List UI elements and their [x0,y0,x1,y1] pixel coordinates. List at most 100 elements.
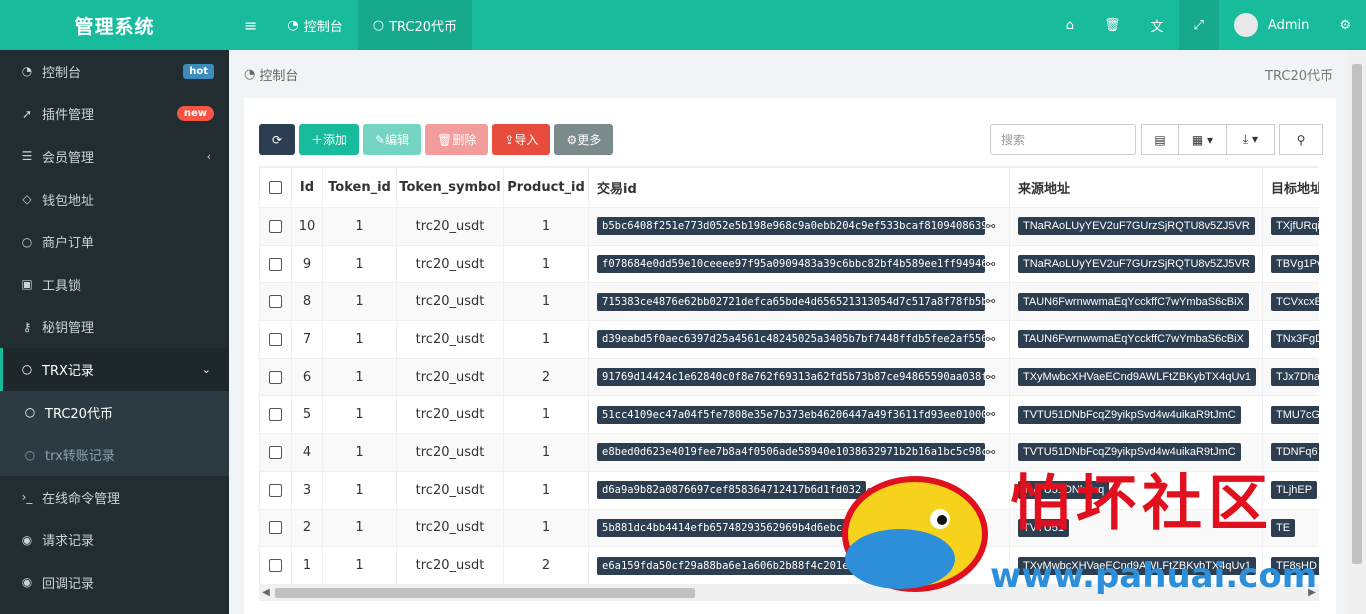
row-checkbox[interactable] [269,219,282,233]
app-logo[interactable]: 管理系统 [0,0,229,50]
menu-toggle-button[interactable]: ≡ [229,0,272,50]
row-select-cell [259,433,292,472]
cell-tx-id: 5b881dc4bb4414efb65748293562969b4d6ebc7d… [588,508,1010,548]
table-row[interactable]: 9 1 trc20_usdt 1 f078684e0dd59e10ceeee97f95a… [259,244,1319,284]
row-checkbox[interactable] [269,559,282,573]
username: Admin [1267,17,1310,33]
row-checkbox[interactable] [269,408,282,422]
column-header[interactable]: 目标地址 [1262,167,1319,208]
row-checkbox[interactable] [269,332,282,346]
export-button[interactable]: ⤓ ▾ [1227,124,1275,155]
circle-icon: ○ [24,405,36,420]
cell-to-address: TLjhEP [1262,470,1319,510]
row-checkbox[interactable] [269,370,282,384]
table-row[interactable]: 5 1 trc20_usdt 1 51cc4109ec47a04f5fe7808e35e… [259,395,1319,435]
column-header[interactable]: Product_id [503,167,589,208]
table-row[interactable]: 1 1 trc20_usdt 2 e6a159fda50cf29a88ba6e1a606… [259,546,1319,585]
user-menu[interactable]: Admin [1219,0,1324,50]
cell-token-id: 1 [322,395,397,435]
tab-trc20[interactable]: ○ TRC20代币 [357,0,473,50]
sidebar-item-orders[interactable]: ○ 商户订单 [0,220,229,263]
sidebar-item-trx-records[interactable]: ○ TRX记录 ⌄ [0,348,229,391]
row-select-cell [259,470,292,510]
table-row[interactable]: 2 1 trc20_usdt 1 5b881dc4bb4414efb6574829356… [259,508,1319,548]
sidebar-item-label: 会员管理 [42,150,95,166]
cell-token-symbol: trc20_usdt [396,357,504,397]
search-input[interactable]: 搜索 [990,124,1136,155]
cell-product-id: 1 [503,433,589,472]
column-header[interactable]: Id [291,167,323,208]
tab-dashboard[interactable]: ◔ 控制台 [272,0,357,50]
trash-icon: 🗑 [1103,17,1121,33]
scrollbar-thumb[interactable] [275,588,695,598]
external-link-icon[interactable]: ⚯ [855,559,864,572]
external-link-icon[interactable]: ⚯ [867,484,876,497]
external-link-icon[interactable]: ⚯ [986,333,995,346]
column-header[interactable]: Token_id [322,167,397,208]
table-row[interactable]: 4 1 trc20_usdt 1 e8bed0d623e4019fee7b8a4f050… [259,433,1319,472]
external-link-icon[interactable]: ⚯ [986,258,995,271]
import-button[interactable]: ⇪ 导入 [492,124,551,155]
row-checkbox[interactable] [269,445,282,459]
column-header[interactable]: 交易id [588,167,1010,208]
trash-button[interactable]: 🗑 [1089,0,1136,50]
scroll-right-icon[interactable]: ▶ [1305,585,1319,601]
breadcrumb-home[interactable]: 控制台 [259,65,298,84]
page-scrollbar[interactable] [1348,50,1366,614]
fullscreen-button[interactable]: ⤢ [1178,0,1219,50]
table-horizontal-scrollbar[interactable]: ◀ ▶ [259,585,1319,601]
from-address-code: TVTU51DNbFcq [1018,481,1110,500]
home-button[interactable]: ⌂ [1051,0,1089,50]
sidebar-item-requests[interactable]: ◉ 请求记录 [0,519,229,562]
cell-from-address: TXyMwbcXHVaeECnd9AWLFtZBKybTX4qUv1 [1009,357,1263,397]
external-link-icon[interactable]: ⚯ [986,408,995,421]
row-checkbox[interactable] [269,483,282,497]
sidebar-item-keys[interactable]: ⚷ 秘钥管理 [0,306,229,349]
column-header[interactable]: Token_symbol [396,167,504,208]
external-link-icon[interactable]: ⚯ [861,521,870,534]
external-link-icon[interactable]: ⚯ [986,371,995,384]
cell-token-symbol: trc20_usdt [396,320,504,359]
more-button[interactable]: ⚙ 更多 [554,124,614,155]
sidebar-item-callbacks[interactable]: ◉ 回调记录 [0,561,229,604]
table-row[interactable]: 3 1 trc20_usdt 1 d6a9a9b82a0876697cef8583647… [259,470,1319,510]
edit-button[interactable]: ✎ 编辑 [363,124,422,155]
expand-icon: ⤢ [1193,17,1204,33]
breadcrumb: ◔ 控制台 TRC20代币 [229,50,1348,98]
select-all-checkbox[interactable] [269,181,282,194]
sidebar-item-trc20[interactable]: ○ TRC20代币 [0,390,229,434]
row-checkbox[interactable] [269,257,282,271]
cell-token-id: 1 [322,508,397,548]
language-button[interactable]: 文 [1135,0,1178,50]
columns-button[interactable]: ▦ ▾ [1179,124,1227,155]
column-header[interactable]: 来源地址 [1009,167,1263,208]
refresh-button[interactable]: ⟳ [259,124,295,155]
cell-token-id: 1 [322,546,397,585]
tx-id-code: 51cc4109ec47a04f5fe7808e35e7b373eb462064… [597,405,985,424]
table-row[interactable]: 6 1 trc20_usdt 2 91769d14424c1e62840c0f8e762… [259,357,1319,397]
row-checkbox[interactable] [269,521,282,535]
sidebar-item-trx-transfer[interactable]: ○ trx转账记录 [0,433,229,476]
settings-button[interactable]: ⚙ [1324,0,1366,50]
sidebar-item-members[interactable]: ☰ 会员管理 ‹ [0,135,229,178]
cell-from-address: TNaRAoLUyYEV2uF7GUrzSjRQTU8v5ZJ5VR [1009,244,1263,284]
row-checkbox[interactable] [269,295,282,309]
search-button[interactable]: ⚲ [1279,124,1323,155]
sidebar-item-wallet[interactable]: ◇ 钱包地址 [0,178,229,221]
add-button[interactable]: ＋添加 [299,124,360,155]
delete-button[interactable]: 🗑 删除 [425,124,489,155]
external-link-icon[interactable]: ⚯ [986,446,995,459]
sidebar-item-dashboard[interactable]: ◔ 控制台 hot [0,50,229,93]
scroll-left-icon[interactable]: ◀ [259,585,273,601]
sidebar-item-toollock[interactable]: ▣ 工具锁 [0,263,229,306]
external-link-icon[interactable]: ⚯ [986,220,995,233]
sidebar-item-plugins[interactable]: ➚ 插件管理 new [0,93,229,136]
scrollbar-thumb[interactable] [1352,64,1362,564]
list-icon: ☰ [21,149,33,164]
external-link-icon[interactable]: ⚯ [986,295,995,308]
table-row[interactable]: 8 1 trc20_usdt 1 715383ce4876e62bb02721defca… [259,282,1319,322]
table-row[interactable]: 10 1 trc20_usdt 1 b5bc6408f251e773d052e5b198… [259,207,1319,246]
sidebar-item-online-commands[interactable]: ›_ 在线命令管理 [0,476,229,519]
toggle-view-button[interactable]: ▤ [1141,124,1179,155]
table-row[interactable]: 7 1 trc20_usdt 1 d39eabd5f0aec6397d25a4561c4… [259,320,1319,359]
